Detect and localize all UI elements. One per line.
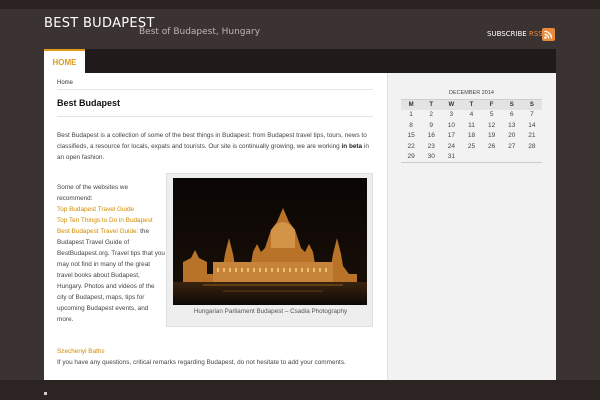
link-szechenyi-baths[interactable]: Szechenyi Baths	[57, 346, 375, 357]
site-description: Best of Budapest, Hungary	[139, 27, 261, 37]
rss-icon[interactable]	[542, 28, 555, 41]
calendar-day: 30	[427, 153, 435, 161]
calendar-day: 22	[407, 143, 415, 151]
rss-label: RSS	[528, 30, 543, 38]
footer-marker	[44, 392, 47, 395]
weekday-header: S	[501, 99, 522, 110]
link-top-travel-guide[interactable]: Top Budapest Travel Guide	[57, 204, 165, 215]
main-nav: HOME	[44, 49, 556, 73]
calendar-day: 2	[429, 111, 434, 119]
weekday-header: S	[521, 99, 542, 110]
subscribe-label: SUBSCRIBE	[487, 30, 527, 38]
calendar-day: 23	[427, 143, 435, 151]
calendar-day: 20	[508, 132, 516, 140]
calendar-week: 1 2 3 4 5 6 7	[401, 110, 542, 121]
calendar-day: 8	[409, 121, 413, 129]
top-strip	[0, 0, 600, 9]
nav-item-home[interactable]: HOME	[44, 49, 85, 73]
calendar-day: 4	[469, 111, 474, 119]
calendar-day: 26	[488, 143, 496, 151]
calendar-header-row: M T W T F S S	[401, 99, 542, 110]
calendar-caption: DECEMBER 2014	[449, 90, 494, 96]
calendar-day: 27	[508, 143, 516, 151]
calendar-day: 6	[509, 111, 514, 119]
calendar-day	[461, 152, 481, 163]
calendar-day: 1	[409, 111, 413, 119]
site-header: BEST BUDAPEST Best of Budapest, Hungary …	[0, 9, 600, 49]
divider	[57, 116, 373, 117]
calendar-day: 15	[407, 132, 415, 140]
calendar-footer-cell	[401, 161, 542, 171]
calendar-day: 17	[447, 132, 455, 140]
calendar-day	[482, 152, 502, 163]
calendar-day: 31	[447, 153, 455, 161]
calendar-footer	[401, 161, 542, 171]
sidebar: DECEMBER 2014 M T W T F S S 1 2 3 4 5 6 …	[387, 73, 556, 380]
parliament-photo[interactable]	[173, 178, 367, 305]
calendar-day: 14	[528, 121, 536, 129]
image-caption: Hungarian Parliament Budapest – Csadia P…	[193, 308, 348, 315]
weekday-header: T	[461, 99, 482, 110]
calendar-day: 28	[528, 143, 536, 151]
intro-text: Best Budapest is a collection of some of…	[57, 132, 367, 150]
calendar-week: 8 9 10 11 12 13 14	[401, 120, 542, 131]
weekday-header: M	[401, 99, 422, 110]
weekday-header: F	[481, 99, 502, 110]
calendar-day: 5	[489, 111, 494, 119]
calendar-widget: DECEMBER 2014 M T W T F S S 1 2 3 4 5 6 …	[401, 90, 542, 171]
main-content: Home Best Budapest Best Budapest is a co…	[44, 73, 387, 380]
calendar-day	[502, 152, 522, 163]
content-container: Home Best Budapest Best Budapest is a co…	[44, 73, 556, 380]
websites-list: Some of the websites we recommend: Top B…	[57, 182, 165, 325]
subscribe-link[interactable]: SUBSCRIBE RSS	[487, 30, 543, 38]
site-footer	[0, 380, 600, 400]
calendar-day: 13	[508, 121, 516, 129]
calendar-day: 12	[488, 121, 496, 129]
websites-intro: Some of the websites we recommend:	[57, 184, 129, 202]
divider	[57, 89, 373, 90]
calendar-week: 29 30 31	[401, 152, 542, 163]
intro-paragraph: Best Budapest is a collection of some of…	[57, 130, 375, 163]
calendar-day: 19	[488, 132, 496, 140]
calendar-day: 7	[530, 111, 534, 119]
calendar-day: 21	[528, 132, 536, 140]
calendar-week: 15 16 17 18 19 20 21	[401, 131, 542, 142]
page-title: Best Budapest	[57, 98, 121, 108]
weekday-header: T	[421, 99, 442, 110]
link-best-travel-guide[interactable]: Best Budapest Travel Guide:	[57, 228, 138, 235]
closing-section: Szechenyi Baths If you have any question…	[57, 346, 375, 368]
calendar-day: 11	[468, 121, 475, 129]
weekday-header: W	[441, 99, 462, 110]
parliament-figure: Hungarian Parliament Budapest – Csadia P…	[166, 173, 373, 327]
calendar-day: 3	[449, 111, 454, 119]
calendar-day: 18	[467, 132, 476, 140]
calendar-day: 29	[407, 153, 415, 161]
calendar-day	[522, 152, 542, 163]
calendar-day: 25	[467, 143, 476, 151]
calendar-day: 10	[447, 121, 455, 129]
link-top-ten-things[interactable]: Top Ten Things to Do in Budapest	[57, 215, 165, 226]
breadcrumb[interactable]: Home	[57, 80, 73, 86]
calendar-day: 16	[427, 132, 435, 140]
calendar-day: 9	[429, 121, 434, 129]
calendar-week: 22 23 24 25 26 27 28	[401, 141, 542, 152]
calendar-day: 24	[447, 143, 455, 151]
calendar-table: M T W T F S S 1 2 3 4 5 6 7 8 9 10 11 12…	[401, 99, 542, 171]
guide-description: the Budapest Travel Guide of BestBudapes…	[57, 228, 165, 323]
intro-bold: in beta	[341, 143, 363, 150]
closing-text: If you have any questions, critical rema…	[57, 359, 346, 366]
